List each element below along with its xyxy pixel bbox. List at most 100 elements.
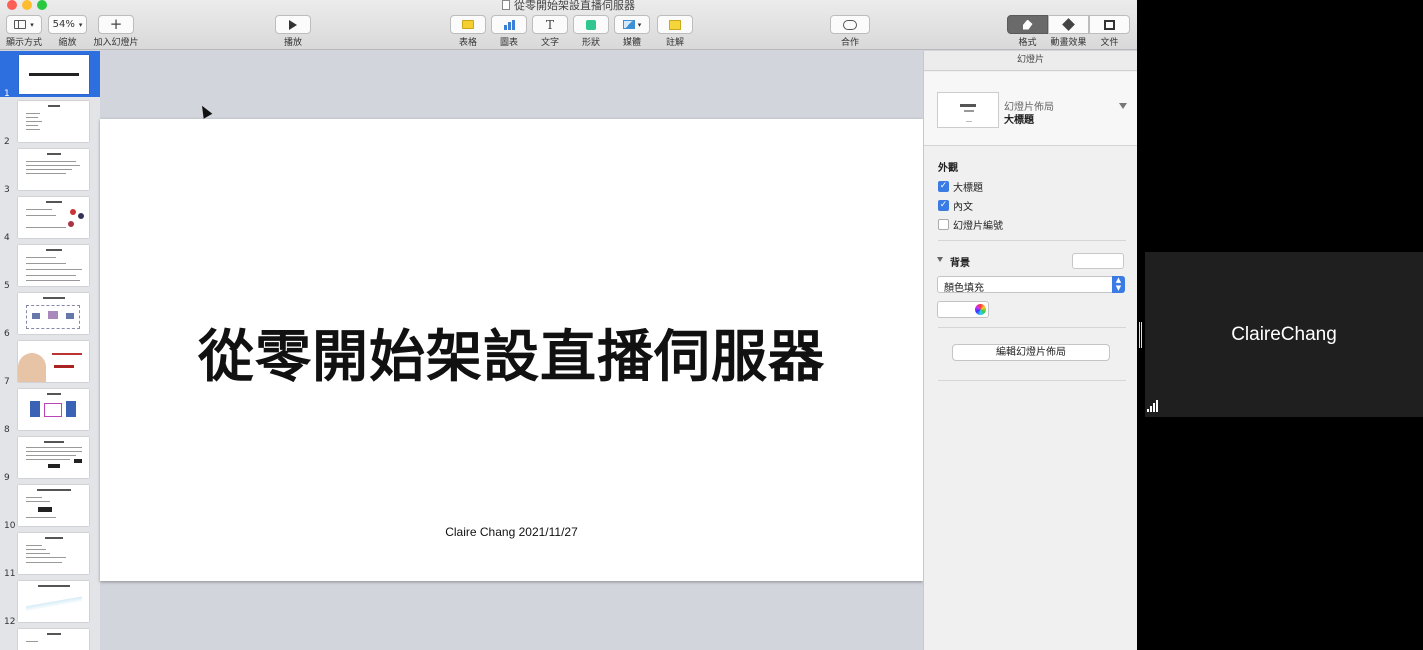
view-label: 顯示方式 — [5, 38, 42, 48]
slide-number: 7 — [4, 377, 10, 387]
slide-title[interactable]: 從零開始架設直播伺服器 — [100, 312, 923, 393]
slide-thumbnail[interactable]: 6 — [0, 293, 100, 339]
slide-number: 4 — [4, 233, 10, 243]
divider — [938, 240, 1126, 241]
divider — [938, 380, 1126, 381]
layout-thumbnail — [937, 92, 999, 128]
comment-icon — [669, 19, 681, 30]
fill-color-well[interactable] — [937, 301, 989, 318]
shape-button[interactable] — [573, 15, 609, 34]
document-icon — [502, 0, 510, 10]
view-icon — [14, 20, 27, 29]
slide-thumbnail[interactable] — [0, 629, 100, 650]
slide-number: 9 — [4, 473, 10, 483]
slide-thumbnail[interactable]: 11 — [0, 533, 100, 579]
checkbox-label: 內文 — [953, 202, 973, 213]
collaborate-label: 合作 — [840, 38, 859, 48]
chart-button[interactable] — [491, 15, 527, 34]
slide-number: 8 — [4, 425, 10, 435]
empty-checkbox-icon[interactable] — [938, 219, 949, 230]
chart-icon — [503, 19, 515, 30]
disclosure-triangle-icon[interactable] — [937, 257, 943, 262]
comment-label: 註解 — [665, 38, 684, 48]
slide-thumbnail[interactable]: 12 — [0, 581, 100, 627]
inspector-header: 幻燈片 — [924, 51, 1137, 71]
play-label: 播放 — [283, 38, 302, 48]
slide-number: 12 — [4, 617, 16, 627]
slide-thumbnail[interactable]: 3 — [0, 149, 100, 195]
slide-number: 3 — [4, 185, 10, 195]
chevron-down-icon[interactable] — [1119, 103, 1127, 109]
format-label: 格式 — [1018, 38, 1037, 48]
collaborate-button[interactable] — [830, 15, 870, 34]
add-slide-label: 加入幻燈片 — [93, 38, 139, 48]
connection-signal-icon — [1147, 400, 1161, 412]
slide-thumbnail[interactable]: 9 — [0, 437, 100, 483]
media-icon — [622, 20, 635, 29]
splitter-handle[interactable] — [1139, 322, 1142, 348]
slide-thumbnail[interactable]: 10 — [0, 485, 100, 531]
format-tab[interactable] — [1007, 15, 1048, 34]
paintbrush-icon — [1022, 19, 1033, 30]
comment-button[interactable] — [657, 15, 693, 34]
shape-icon — [586, 19, 596, 30]
edit-slide-layout-label: 編輯幻燈片佈局 — [996, 347, 1066, 358]
title-checkbox-row[interactable]: ✓ 大標題 — [938, 179, 983, 194]
animate-tab[interactable] — [1048, 15, 1089, 34]
slide-number: 6 — [4, 329, 10, 339]
media-label: 媒體 — [622, 38, 641, 48]
color-wheel-icon[interactable] — [975, 304, 986, 315]
document-tab[interactable] — [1089, 15, 1130, 34]
slide-number: 11 — [4, 569, 16, 579]
add-slide-button[interactable]: + — [98, 15, 134, 34]
text-button[interactable]: T — [532, 15, 568, 34]
keynote-window: 從零開始架設直播伺服器 ▾ 顯示方式 54% ▾ 縮放 + 加入幻燈片 播放 表… — [0, 0, 1137, 650]
participant-tile: ClaireChang — [1145, 252, 1423, 417]
slide-thumbnail[interactable]: 5 — [0, 245, 100, 291]
mouse-cursor-icon — [197, 103, 213, 119]
chevron-down-icon: ▾ — [637, 20, 642, 29]
zoom-select[interactable]: 54% ▾ — [48, 15, 87, 34]
slide-subtitle[interactable]: Claire Chang 2021/11/27 — [100, 525, 923, 539]
format-inspector: 幻燈片 幻燈片佈局 大標題 外觀 ✓ 大標題 ✓ 內文 幻燈片編號 背景 顏色填… — [923, 51, 1137, 650]
checkmark-icon[interactable]: ✓ — [938, 200, 949, 211]
table-button[interactable] — [450, 15, 486, 34]
body-checkbox-row[interactable]: ✓ 內文 — [938, 198, 973, 213]
slide-navigator[interactable]: 1 2 3 4 5 6 7 8 9 10 11 12 — [0, 51, 100, 650]
table-icon — [462, 20, 474, 29]
fill-type-value: 顏色填充 — [944, 283, 984, 294]
play-button[interactable] — [275, 15, 311, 34]
slide-thumbnail[interactable]: 2 — [0, 101, 100, 147]
media-button[interactable]: ▾ — [614, 15, 650, 34]
text-label: 文字 — [540, 38, 559, 48]
toolbar: 從零開始架設直播伺服器 ▾ 顯示方式 54% ▾ 縮放 + 加入幻燈片 播放 表… — [0, 0, 1137, 50]
slide[interactable]: 從零開始架設直播伺服器 Claire Chang 2021/11/27 — [100, 119, 923, 581]
window-title: 從零開始架設直播伺服器 — [0, 0, 1137, 12]
participant-name: ClaireChang — [1231, 324, 1337, 345]
slide-thumbnail[interactable]: 1 — [0, 53, 100, 99]
plus-icon: + — [109, 15, 123, 33]
chevron-down-icon: ▾ — [30, 20, 34, 29]
slide-number: 2 — [4, 137, 10, 147]
checkbox-label: 大標題 — [953, 183, 983, 194]
slide-thumbnail[interactable]: 7 — [0, 341, 100, 387]
select-stepper-icon: ▲ ▼ — [1112, 276, 1125, 293]
fill-type-select[interactable]: 顏色填充 ▲ ▼ — [937, 276, 1125, 294]
slide-canvas[interactable]: 從零開始架設直播伺服器 Claire Chang 2021/11/27 — [100, 51, 923, 650]
slide-layout-picker[interactable]: 幻燈片佈局 大標題 — [924, 72, 1137, 146]
zoom-label: 縮放 — [58, 38, 77, 48]
background-color-well[interactable] — [1072, 253, 1124, 269]
chevron-down-icon: ▾ — [78, 20, 83, 29]
slide-number: 10 — [4, 521, 16, 531]
slide-thumbnail[interactable]: 4 — [0, 197, 100, 243]
view-button[interactable]: ▾ — [6, 15, 42, 34]
checkmark-icon[interactable]: ✓ — [938, 181, 949, 192]
slide-number-checkbox-row[interactable]: 幻燈片編號 — [938, 217, 1003, 232]
slide-number: 1 — [4, 89, 10, 99]
collaborate-icon — [843, 19, 857, 30]
edit-slide-layout-button[interactable]: 編輯幻燈片佈局 — [952, 344, 1110, 361]
document-label: 文件 — [1100, 38, 1119, 48]
appearance-title: 外觀 — [938, 163, 958, 174]
table-label: 表格 — [458, 38, 477, 48]
slide-thumbnail[interactable]: 8 — [0, 389, 100, 435]
